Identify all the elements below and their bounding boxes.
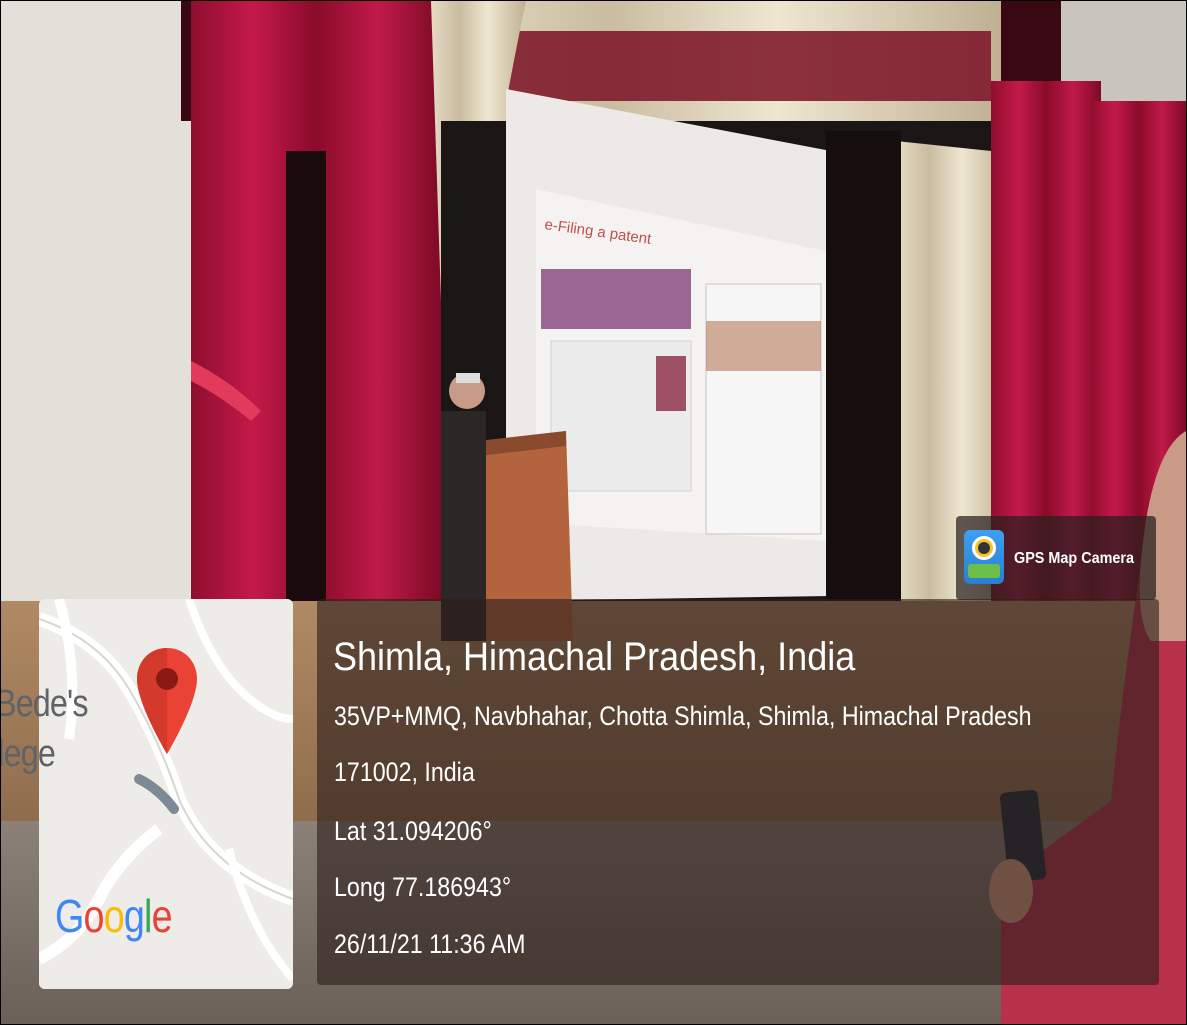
latitude-text: Lat 31.094206° xyxy=(334,816,492,846)
google-logo: Google xyxy=(55,890,173,942)
address-line: 35VP+MMQ, Navbhahar, Chotta Shimla, Shim… xyxy=(334,701,1032,731)
address-postal-line: 171002, India xyxy=(334,757,475,787)
location-title: Shimla, Himachal Pradesh, India xyxy=(333,635,856,679)
map-place-label-continued: llege xyxy=(1,733,56,775)
gps-map-camera-app-icon xyxy=(964,530,1004,584)
timestamp-text: 26/11/21 11:36 AM xyxy=(334,929,526,959)
photo-frame: e-Filing a patent GPS Map Camera Bede's … xyxy=(0,0,1187,1025)
google-logo-letter: G xyxy=(55,890,84,942)
google-logo-letter: o xyxy=(103,890,125,942)
map-place-label: Bede's xyxy=(0,683,89,725)
map-pin-icon xyxy=(137,648,197,754)
longitude-text: Long 77.186943° xyxy=(334,872,512,902)
google-logo-letter: g xyxy=(123,890,145,942)
google-logo-letter: o xyxy=(83,890,105,942)
google-logo-letter: l xyxy=(144,890,152,942)
gps-app-badge: GPS Map Camera xyxy=(956,516,1156,600)
gps-app-name: GPS Map Camera xyxy=(1014,550,1135,567)
google-logo-letter: e xyxy=(151,890,173,942)
